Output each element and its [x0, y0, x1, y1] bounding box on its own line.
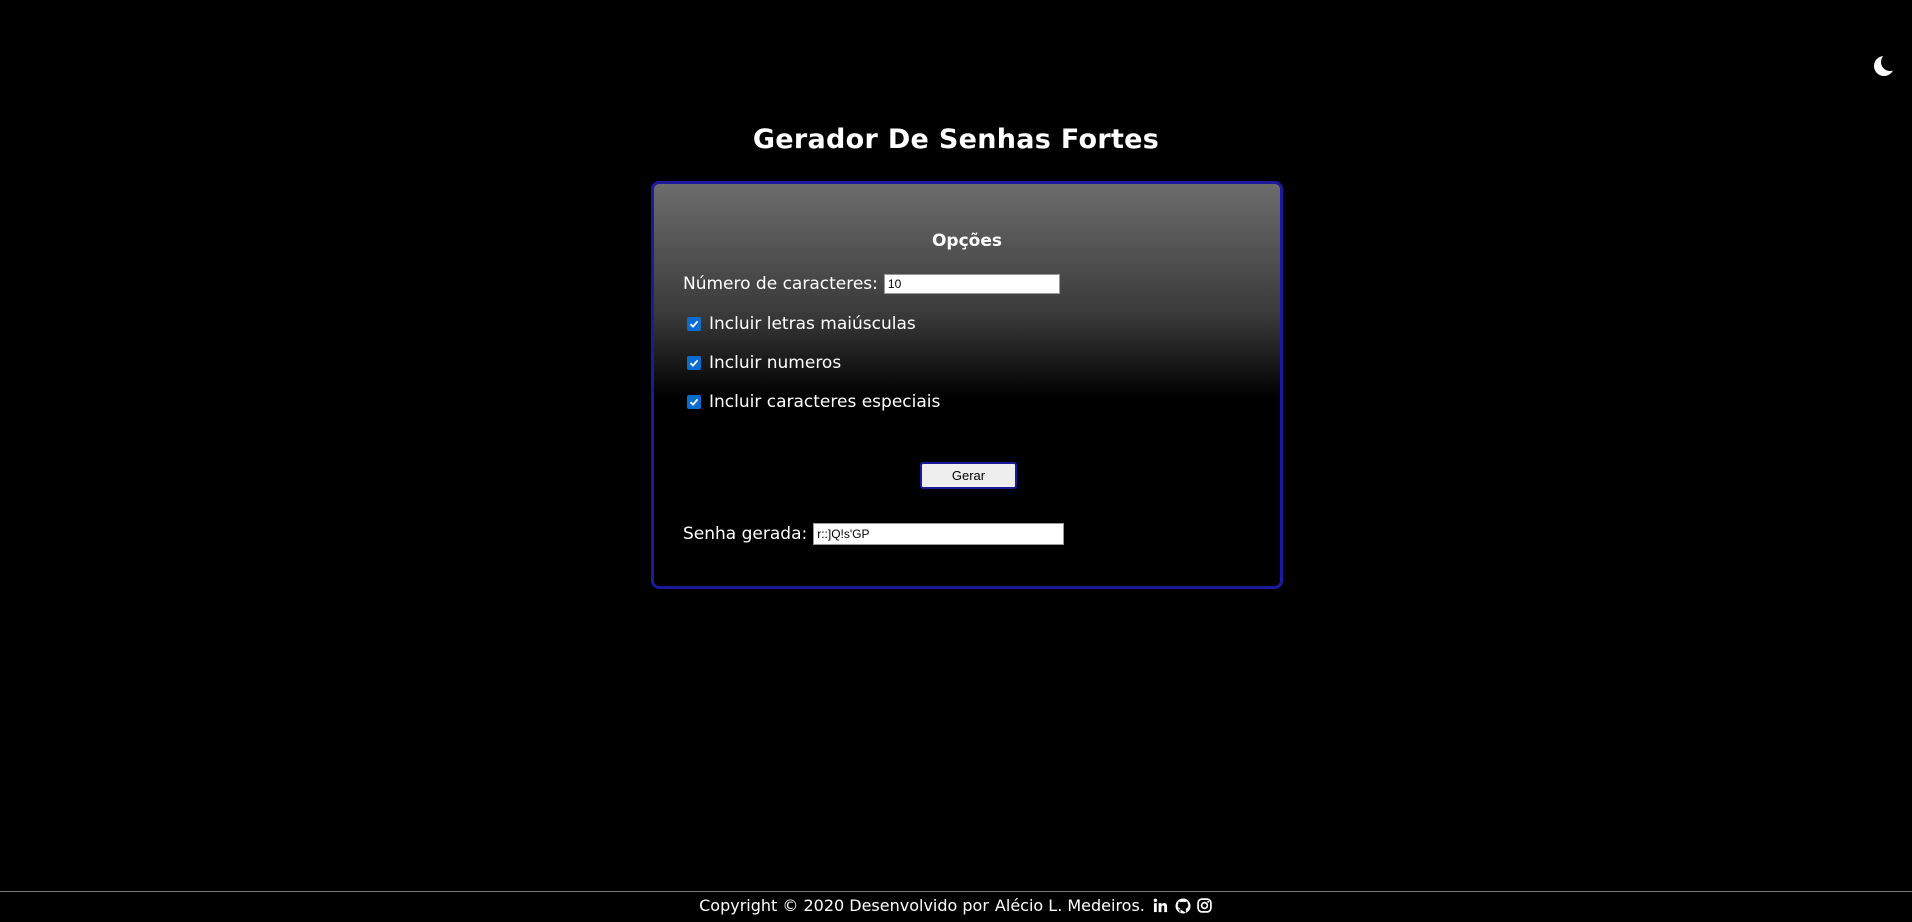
moon-icon [1874, 53, 1899, 76]
options-panel: Opções Número de caracteres: Incluir let… [651, 181, 1283, 589]
uppercase-row: Incluir letras maiúsculas [683, 314, 916, 334]
result-input[interactable] [813, 523, 1065, 545]
uppercase-label: Incluir letras maiúsculas [709, 314, 916, 334]
uppercase-checkbox[interactable] [687, 317, 701, 331]
page-title: Gerador De Senhas Fortes [752, 124, 1160, 155]
result-label: Senha gerada: [683, 524, 808, 544]
numbers-checkbox[interactable] [687, 356, 701, 370]
length-input[interactable] [883, 274, 1060, 294]
copyright-text: Copyright © 2020 Desenvolvido por [699, 896, 989, 915]
theme-toggle-button[interactable] [1870, 51, 1900, 81]
options-heading: Opções [931, 231, 1003, 251]
length-label: Número de caracteres: [683, 274, 878, 294]
author-name: Alécio L. Medeiros. [994, 896, 1145, 915]
generate-button[interactable]: Gerar [920, 462, 1017, 489]
linkedin-icon[interactable] [1153, 898, 1169, 914]
check-icon [689, 320, 699, 328]
check-icon [689, 359, 699, 367]
social-links [1153, 898, 1213, 914]
footer-divider [0, 891, 1912, 892]
special-row: Incluir caracteres especiais [683, 392, 940, 412]
special-label: Incluir caracteres especiais [709, 392, 941, 412]
page: Gerador De Senhas Fortes Opções Número d… [0, 0, 1912, 922]
check-icon [689, 398, 699, 406]
footer: Copyright © 2020 Desenvolvido por Alécio… [0, 896, 1912, 915]
result-row: Senha gerada: [683, 523, 1065, 545]
github-icon[interactable] [1175, 898, 1191, 914]
special-checkbox[interactable] [687, 395, 701, 409]
length-row: Número de caracteres: [683, 274, 1060, 294]
numbers-label: Incluir numeros [709, 353, 842, 373]
numbers-row: Incluir numeros [683, 353, 841, 373]
instagram-icon[interactable] [1197, 898, 1213, 914]
